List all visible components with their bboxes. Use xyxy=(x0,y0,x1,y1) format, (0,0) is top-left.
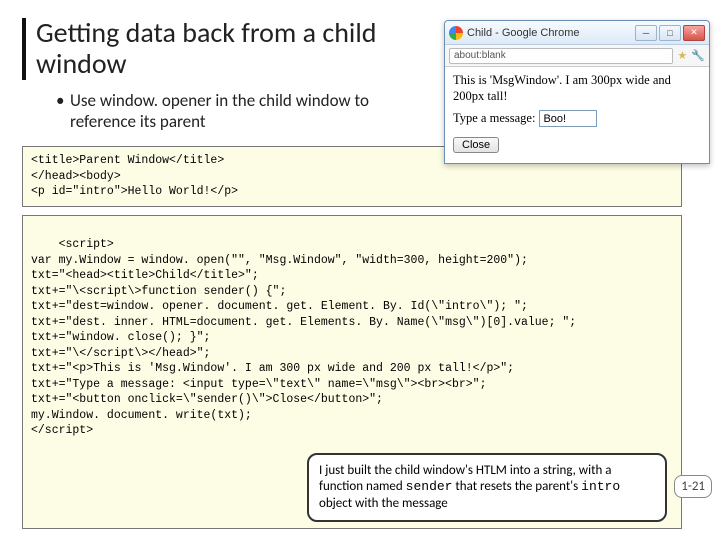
url-text: about:blank xyxy=(454,50,506,61)
code-block-2: <script> var my.Window = window. open(""… xyxy=(22,215,682,529)
bullet-item: Use window. opener in the child window t… xyxy=(56,90,406,133)
code-text-2: <script> var my.Window = window. open(""… xyxy=(31,238,576,437)
minimize-button[interactable]: ─ xyxy=(635,25,657,41)
slide-title: Getting data back from a child window xyxy=(36,18,396,80)
child-window-title: Child - Google Chrome xyxy=(467,27,635,39)
child-body-text: This is 'MsgWindow'. I am 300px wide and… xyxy=(453,73,701,104)
child-window-addressbar: about:blank ★ 🔧 xyxy=(445,45,709,67)
bookmark-icon[interactable]: ★ xyxy=(677,49,687,62)
window-close-button[interactable]: ✕ xyxy=(683,25,705,41)
maximize-button[interactable]: □ xyxy=(659,25,681,41)
page-number: 1-21 xyxy=(674,475,712,498)
child-prompt-label: Type a message: xyxy=(453,111,535,126)
callout-fn: sender xyxy=(406,479,453,494)
child-window-body: This is 'MsgWindow'. I am 300px wide and… xyxy=(445,67,709,163)
bullet-list: Use window. opener in the child window t… xyxy=(56,90,406,133)
callout-obj: intro xyxy=(581,479,620,494)
callout-text-3: object with the message xyxy=(319,496,448,511)
child-window-titlebar: Child - Google Chrome ─ □ ✕ xyxy=(445,21,709,45)
wrench-icon[interactable]: 🔧 xyxy=(691,49,705,62)
callout-text-2: that resets the parent's xyxy=(452,479,581,494)
child-window: Child - Google Chrome ─ □ ✕ about:blank … xyxy=(444,20,710,164)
callout-box: I just built the child window's HTLM int… xyxy=(307,453,667,522)
message-input[interactable] xyxy=(539,110,597,127)
close-button[interactable]: Close xyxy=(453,137,499,153)
url-field[interactable]: about:blank xyxy=(449,48,673,64)
chrome-icon xyxy=(449,26,463,40)
